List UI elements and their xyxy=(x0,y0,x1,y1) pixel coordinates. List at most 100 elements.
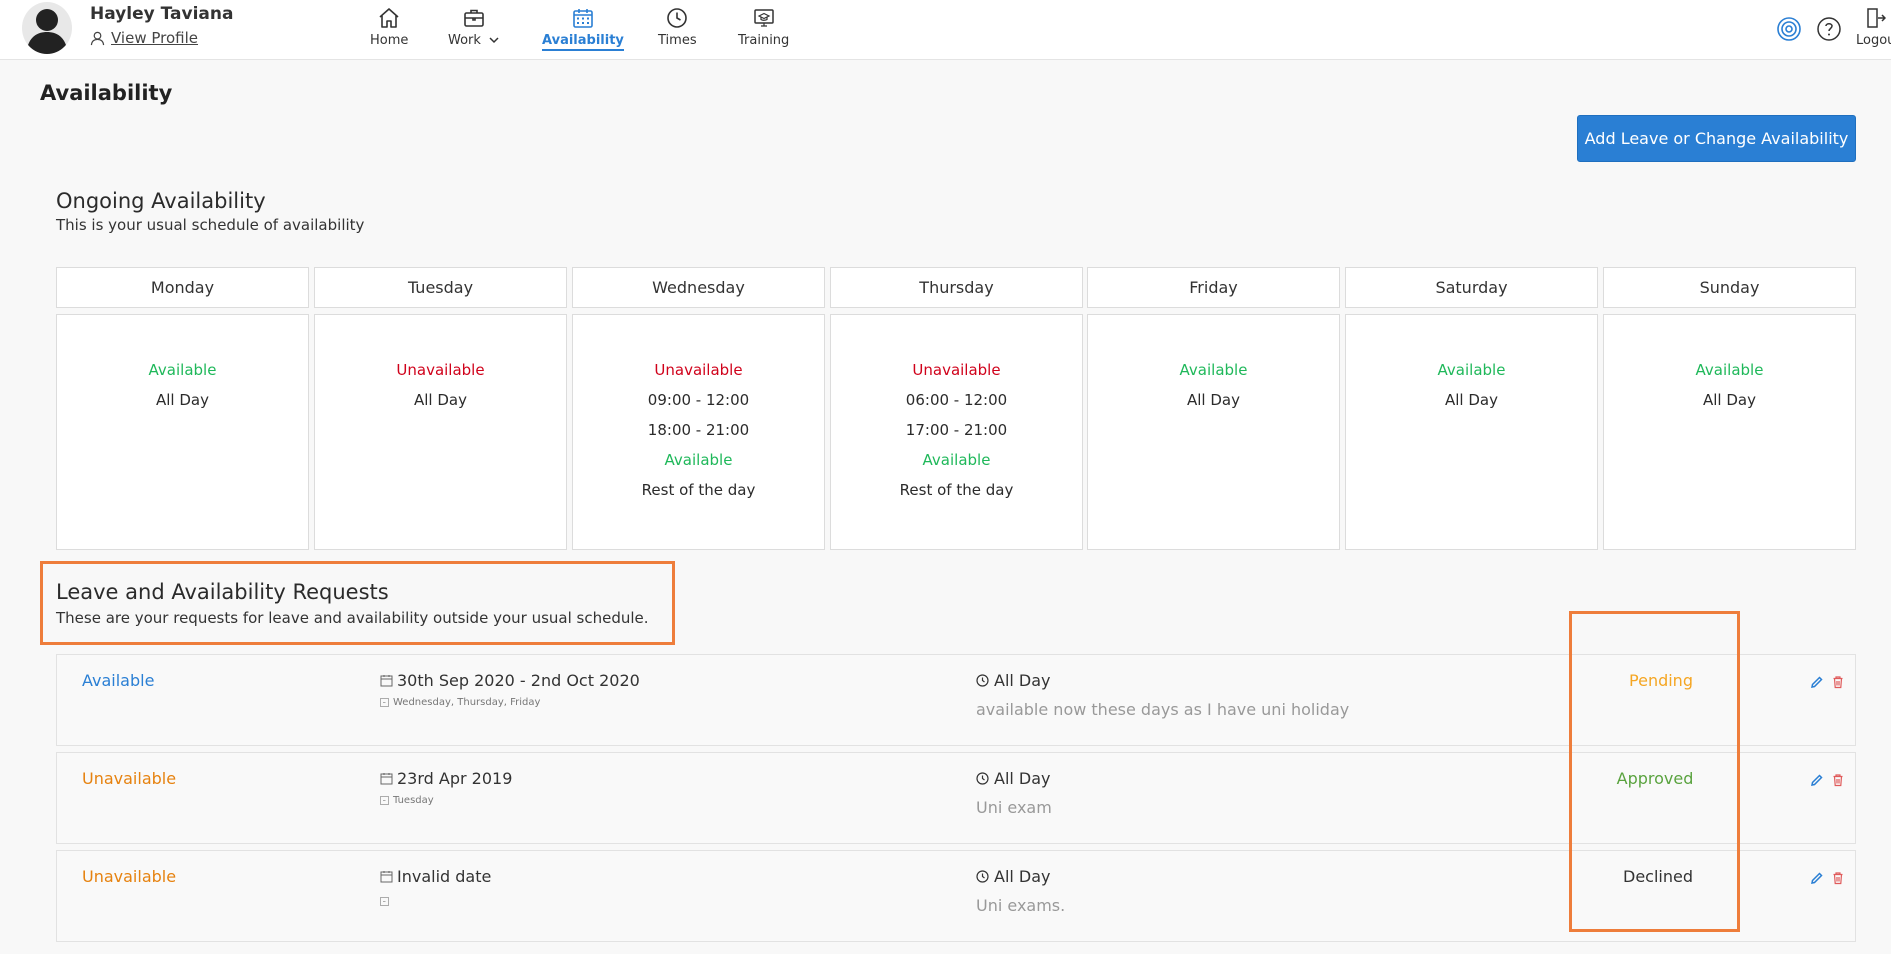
request-date-text: Invalid date xyxy=(397,867,492,886)
clock-icon xyxy=(976,674,989,687)
status-text: Unavailable xyxy=(396,361,485,379)
request-time: All Day xyxy=(976,671,1051,690)
request-date-text: 30th Sep 2020 - 2nd Oct 2020 xyxy=(397,671,640,690)
user-icon xyxy=(90,31,105,45)
view-profile-label: View Profile xyxy=(111,29,199,47)
nav-times[interactable]: Times xyxy=(658,6,697,48)
request-date: 23rd Apr 2019 xyxy=(380,769,512,788)
request-date-text: 23rd Apr 2019 xyxy=(397,769,513,788)
day-cell-thursday: Unavailable 06:00 - 12:00 17:00 - 21:00 … xyxy=(830,314,1083,550)
nav-work-label: Work xyxy=(448,33,499,48)
time-text: All Day xyxy=(1445,391,1498,409)
day-header-thursday: Thursday xyxy=(830,267,1083,308)
chevron-down-icon xyxy=(489,37,499,44)
request-days: Wednesday, Thursday, Friday xyxy=(380,697,540,708)
status-text: Available xyxy=(922,451,991,469)
status-text: Available xyxy=(148,361,217,379)
request-date: Invalid date xyxy=(380,867,491,886)
request-days-text: Wednesday, Thursday, Friday xyxy=(393,697,541,708)
page-title: Availability xyxy=(40,81,173,105)
time-text: Rest of the day xyxy=(641,481,756,499)
time-text: All Day xyxy=(1703,391,1756,409)
logout-label[interactable]: Logou xyxy=(1856,33,1891,48)
day-cell-sunday: Available All Day xyxy=(1603,314,1856,550)
delete-icon[interactable] xyxy=(1831,675,1845,689)
day-cell-wednesday: Unavailable 09:00 - 12:00 18:00 - 21:00 … xyxy=(572,314,825,550)
request-type: Unavailable xyxy=(82,867,177,886)
top-navigation-bar: Hayley Taviana View Profile Home Work Av… xyxy=(0,0,1891,60)
view-profile-link[interactable]: View Profile xyxy=(90,29,198,47)
time-text: Rest of the day xyxy=(899,481,1014,499)
ongoing-availability-title: Ongoing Availability xyxy=(56,189,266,213)
time-text: 06:00 - 12:00 xyxy=(905,391,1008,409)
clock-icon xyxy=(976,870,989,883)
nav-times-label: Times xyxy=(658,33,697,48)
repeat-icon xyxy=(380,796,389,805)
clock-icon xyxy=(667,8,688,28)
day-header-friday: Friday xyxy=(1087,267,1340,308)
request-type: Unavailable xyxy=(82,769,177,788)
day-header-sunday: Sunday xyxy=(1603,267,1856,308)
training-icon xyxy=(753,9,774,27)
requests-subtitle: These are your requests for leave and av… xyxy=(56,609,649,627)
status-text: Unavailable xyxy=(912,361,1001,379)
repeat-icon xyxy=(380,897,389,906)
calendar-icon xyxy=(380,773,393,785)
edit-icon[interactable] xyxy=(1810,871,1824,885)
target-icon[interactable] xyxy=(1776,16,1802,42)
add-leave-button[interactable]: Add Leave or Change Availability xyxy=(1577,115,1856,162)
day-header-tuesday: Tuesday xyxy=(314,267,567,308)
calendar-icon xyxy=(380,871,393,883)
home-icon xyxy=(379,8,399,28)
status-text: Available xyxy=(664,451,733,469)
time-text: All Day xyxy=(1187,391,1240,409)
status-text: Available xyxy=(1437,361,1506,379)
day-header-wednesday: Wednesday xyxy=(572,267,825,308)
status-text: Available xyxy=(1695,361,1764,379)
request-note: Uni exams. xyxy=(976,896,1066,915)
request-type: Available xyxy=(82,671,155,690)
user-name: Hayley Taviana xyxy=(90,4,234,24)
request-days-text: Tuesday xyxy=(393,795,434,806)
calendar-icon xyxy=(380,675,393,687)
edit-icon[interactable] xyxy=(1810,773,1824,787)
delete-icon[interactable] xyxy=(1831,871,1845,885)
logout-icon[interactable] xyxy=(1864,6,1886,30)
request-days xyxy=(380,897,393,906)
time-text: All Day xyxy=(156,391,209,409)
edit-icon[interactable] xyxy=(1810,675,1824,689)
time-text: 09:00 - 12:00 xyxy=(647,391,750,409)
day-header-saturday: Saturday xyxy=(1345,267,1598,308)
help-icon[interactable] xyxy=(1816,16,1842,42)
request-time: All Day xyxy=(976,867,1051,886)
day-cell-monday: Available All Day xyxy=(56,314,309,550)
day-cell-friday: Available All Day xyxy=(1087,314,1340,550)
time-text: All Day xyxy=(414,391,467,409)
clock-icon xyxy=(976,772,989,785)
status-text: Unavailable xyxy=(654,361,743,379)
request-time-text: All Day xyxy=(994,769,1051,788)
request-note: Uni exam xyxy=(976,798,1052,817)
requests-title: Leave and Availability Requests xyxy=(56,580,389,604)
time-text: 17:00 - 21:00 xyxy=(905,421,1008,439)
delete-icon[interactable] xyxy=(1831,773,1845,787)
day-cell-saturday: Available All Day xyxy=(1345,314,1598,550)
request-time: All Day xyxy=(976,769,1051,788)
repeat-icon xyxy=(380,698,389,707)
request-note: available now these days as I have uni h… xyxy=(976,700,1350,719)
nav-availability[interactable]: Availability xyxy=(542,6,624,51)
avatar[interactable] xyxy=(22,2,72,54)
status-column-highlight xyxy=(1569,611,1740,932)
request-time-text: All Day xyxy=(994,867,1051,886)
request-date: 30th Sep 2020 - 2nd Oct 2020 xyxy=(380,671,640,690)
nav-home-label: Home xyxy=(370,33,409,48)
nav-availability-label: Availability xyxy=(542,33,624,51)
briefcase-icon xyxy=(463,9,484,27)
nav-home[interactable]: Home xyxy=(370,6,408,48)
ongoing-availability-subtitle: This is your usual schedule of availabil… xyxy=(56,216,365,234)
calendar-icon xyxy=(573,9,593,28)
nav-work[interactable]: Work xyxy=(448,6,499,48)
time-text: 18:00 - 21:00 xyxy=(647,421,750,439)
nav-training[interactable]: Training xyxy=(738,6,789,48)
nav-training-label: Training xyxy=(738,33,790,48)
